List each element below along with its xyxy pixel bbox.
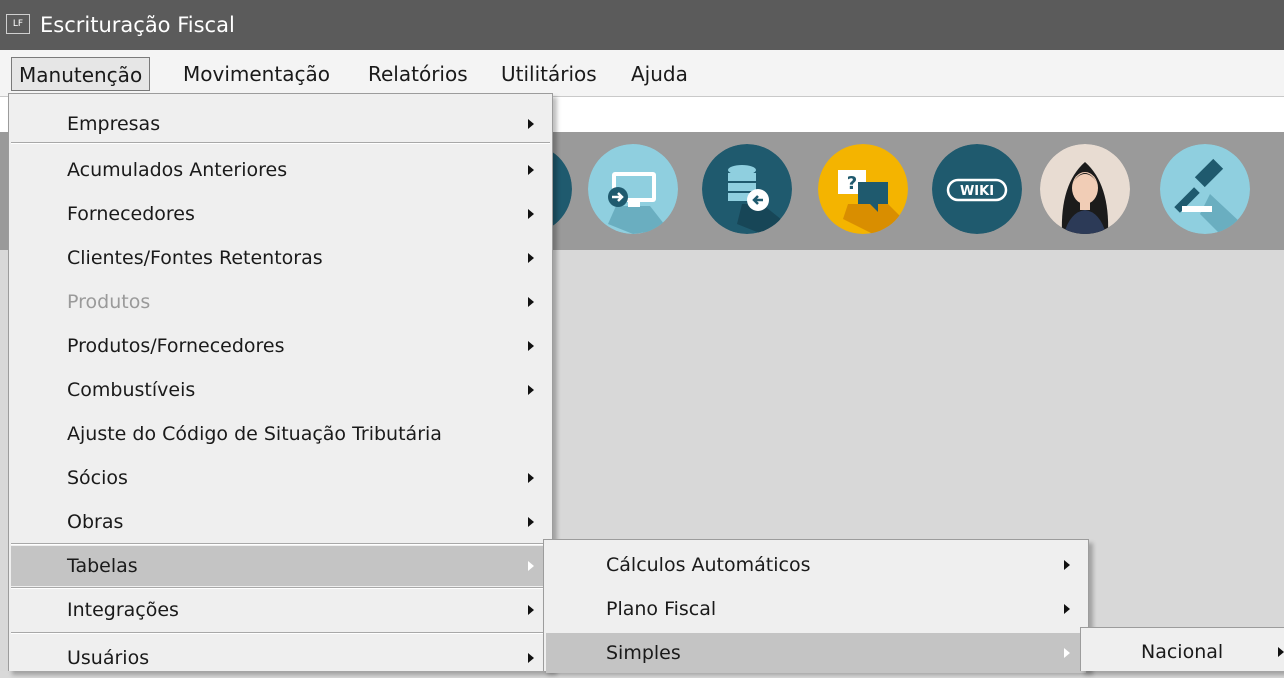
menu-manutencao[interactable]: Manutenção xyxy=(11,57,151,91)
menu-item-label: Sócios xyxy=(67,467,128,489)
menu-item-produtos: Produtos xyxy=(11,282,550,322)
submenu-arrow-icon xyxy=(528,119,534,129)
submenu-arrow-icon xyxy=(528,385,534,395)
menu-item-label: Clientes/Fontes Retentoras xyxy=(67,247,323,269)
submenu-arrow-icon xyxy=(528,209,534,219)
help-mark: ? xyxy=(847,173,857,194)
menu-item-label: Plano Fiscal xyxy=(606,598,717,620)
menu-item-tabelas[interactable]: Tabelas xyxy=(11,546,550,586)
submenu-arrow-icon xyxy=(528,605,534,615)
submenu-arrow-icon xyxy=(1064,604,1070,614)
submenu-arrow-icon xyxy=(528,341,534,351)
menu-item-usuarios[interactable]: Usuários xyxy=(11,638,550,678)
submenu-arrow-icon xyxy=(528,561,534,571)
submenu-arrow-icon xyxy=(1064,648,1070,658)
menu-item-label: Simples xyxy=(606,642,681,664)
menu-item-produtos-fornecedores[interactable]: Produtos/Fornecedores xyxy=(11,326,550,366)
menu-item-integracoes[interactable]: Integrações xyxy=(11,590,550,630)
submenu-arrow-icon xyxy=(528,253,534,263)
menu-item-label: Tabelas xyxy=(67,555,138,577)
menu-tabelas-dropdown: Cálculos Automáticos Plano Fiscal Simple… xyxy=(543,539,1089,673)
menu-ajuda[interactable]: Ajuda xyxy=(624,57,695,91)
menu-separator xyxy=(11,632,550,634)
submenu-arrow-icon xyxy=(528,473,534,483)
wiki-icon[interactable]: WIKI xyxy=(932,144,1022,234)
menu-relatorios[interactable]: Relatórios xyxy=(361,57,475,91)
menu-item-socios[interactable]: Sócios xyxy=(11,458,550,498)
menu-item-label: Obras xyxy=(67,511,124,533)
submenu-arrow-icon xyxy=(528,517,534,527)
menu-bar: Manutenção Movimentação Relatórios Utili… xyxy=(0,50,1284,96)
menu-item-label: Fornecedores xyxy=(67,203,195,225)
menu-item-clientes-fontes-retentoras[interactable]: Clientes/Fontes Retentoras xyxy=(11,238,550,278)
help-chat-icon[interactable]: ? xyxy=(818,144,908,234)
database-restore-icon[interactable] xyxy=(702,144,792,234)
menu-utilitarios[interactable]: Utilitários xyxy=(494,57,604,91)
app-logo-icon: LF xyxy=(6,14,30,34)
menu-separator xyxy=(11,543,550,545)
menu-item-plano-fiscal[interactable]: Plano Fiscal xyxy=(546,589,1086,629)
submenu-arrow-icon xyxy=(528,297,534,307)
menu-item-empresas[interactable]: Empresas xyxy=(11,104,550,144)
window-title: Escrituração Fiscal xyxy=(40,13,235,37)
menu-item-label: Ajuste do Código de Situação Tributária xyxy=(67,423,442,445)
menu-item-nacional[interactable]: Nacional xyxy=(1083,632,1284,672)
menu-movimentacao[interactable]: Movimentação xyxy=(176,57,337,91)
title-bar: LF Escrituração Fiscal xyxy=(0,0,1284,50)
submenu-arrow-icon xyxy=(528,653,534,663)
remote-desktop-icon[interactable] xyxy=(588,144,678,234)
submenu-arrow-icon xyxy=(1064,560,1070,570)
assistant-avatar-icon[interactable] xyxy=(1040,144,1130,234)
menu-item-label: Acumulados Anteriores xyxy=(67,159,288,181)
menu-manutencao-dropdown: Empresas Acumulados Anteriores Fornecedo… xyxy=(8,93,553,671)
submenu-arrow-icon xyxy=(528,165,534,175)
wiki-label: WIKI xyxy=(960,184,994,199)
menu-item-label: Produtos/Fornecedores xyxy=(67,335,285,357)
submenu-arrow-icon xyxy=(1278,647,1284,657)
menu-item-fornecedores[interactable]: Fornecedores xyxy=(11,194,550,234)
menu-item-label: Integrações xyxy=(67,599,179,621)
menu-item-label: Produtos xyxy=(67,291,151,313)
menu-item-ajuste-cst[interactable]: Ajuste do Código de Situação Tributária xyxy=(11,414,550,454)
menu-item-simples[interactable]: Simples xyxy=(546,633,1086,673)
menu-item-combustiveis[interactable]: Combustíveis xyxy=(11,370,550,410)
menu-separator xyxy=(11,587,550,589)
menu-item-label: Cálculos Automáticos xyxy=(606,554,811,576)
gavel-icon[interactable] xyxy=(1160,144,1250,234)
menu-item-label: Combustíveis xyxy=(67,379,196,401)
menu-item-label: Empresas xyxy=(67,113,161,135)
menu-separator xyxy=(11,142,550,144)
menu-item-label: Nacional xyxy=(1141,641,1224,663)
menu-item-acumulados-anteriores[interactable]: Acumulados Anteriores xyxy=(11,150,550,190)
menu-item-label: Usuários xyxy=(67,647,150,669)
menu-item-obras[interactable]: Obras xyxy=(11,502,550,542)
menu-item-calculos-automaticos[interactable]: Cálculos Automáticos xyxy=(546,545,1086,585)
menu-simples-dropdown: Nacional xyxy=(1080,627,1284,671)
